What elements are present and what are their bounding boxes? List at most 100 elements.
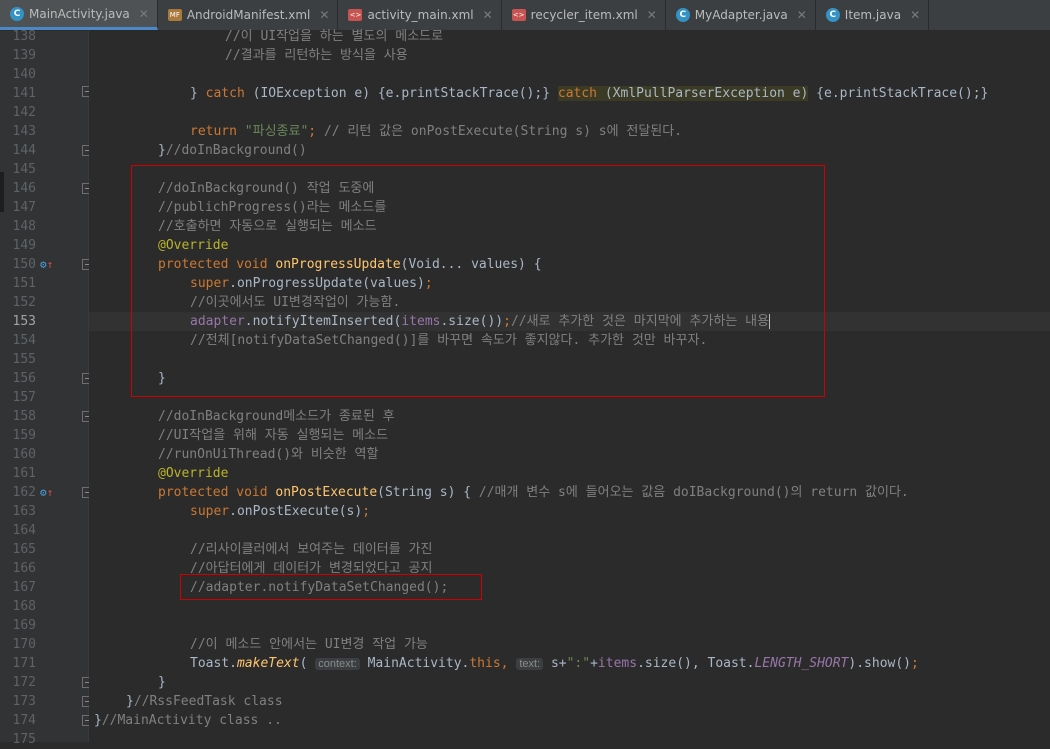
code-line-159: //UI작업을 위해 자동 실행되는 메소드 [158,428,389,443]
code-token: (XmlPullParserException e) [597,86,809,101]
code-token: onProgressUpdate [275,257,401,272]
line-number: 142 [12,105,36,120]
close-icon[interactable]: ✕ [910,8,920,22]
line-number: 141 [12,86,36,101]
code-line-171: Toast.makeText( context: MainActivity.th… [190,654,919,673]
code-line-172: } [158,675,166,690]
code-token: items [597,656,638,671]
code-token: items [401,314,441,329]
line-number: 149 [12,238,36,253]
override-method-icon[interactable]: ⚙↑ [40,255,53,274]
code-token: adapter [190,314,245,329]
line-number: 163 [12,504,36,519]
code-token: onPostExecute [275,485,378,500]
structure-side-bar [0,172,4,212]
tab-mainactivity-java[interactable]: C MainActivity.java ✕ [0,0,158,30]
tab-label: AndroidManifest.xml [186,8,311,22]
code-token: //doInBackground() [165,143,307,158]
line-number: 160 [12,447,36,462]
code-token: , [500,656,517,671]
code-line-166: //아답터에게 데이터가 변경되었다고 공지 [190,561,433,576]
code-token: catch [205,86,245,101]
text-caret [769,314,771,329]
tab-recycler-item-xml[interactable]: <> recycler_item.xml ✕ [502,0,666,30]
line-number: 168 [12,599,36,614]
code-line-146: //doInBackground() 작업 도중에 [158,181,375,196]
code-token: + [590,656,598,671]
tab-item-java[interactable]: C Item.java ✕ [816,0,930,30]
line-number: 175 [12,732,36,747]
line-number-gutter[interactable]: 138 139 140 141 142 143 144 145 146 147 … [0,29,93,747]
code-line-144: }//doInBackground() [158,141,307,160]
code-line-154: //전체[notifyDataSetChanged()]를 바꾸면 속도가 좋지… [190,333,708,348]
override-method-icon[interactable]: ⚙↑ [40,483,53,502]
xml-icon: <> [348,9,363,21]
code-token: //MainActivity class .. [101,713,282,728]
manifest-icon: MF [167,9,182,21]
line-number: 169 [12,618,36,633]
code-token: } [190,86,206,101]
code-line-161: @Override [158,466,229,481]
xml-icon: <> [511,9,526,21]
code-token: .onPostExecute(s) [229,504,363,519]
code-line-139: //결과를 리턴하는 방식을 사용 [225,48,408,63]
code-line-153: adapter.notifyItemInserted(items.size())… [190,312,771,331]
code-line-141: } catch (IOException e) {e.printStackTra… [190,84,988,103]
code-line-167: //adapter.notifyDataSetChanged(); [190,580,449,595]
code-token: ).show() [848,656,912,671]
close-icon[interactable]: ✕ [483,8,493,22]
line-number: 167 [12,580,36,595]
line-number: 154 [12,333,36,348]
code-line-143: return "파싱종료"; // 리턴 값은 onPostExecute(St… [190,122,682,141]
class-icon: C [10,6,24,21]
close-icon[interactable]: ✕ [647,8,657,22]
code-token: ; [911,656,919,671]
line-number: 159 [12,428,36,443]
line-number: 144 [12,143,36,158]
line-number: 157 [12,390,36,405]
code-token: ; [424,276,433,291]
tab-activity-main-xml[interactable]: <> activity_main.xml ✕ [338,0,502,30]
code-line-173: }//RssFeedTask class [126,692,283,711]
line-number: 174 [12,713,36,728]
tab-myadapter-java[interactable]: C MyAdapter.java ✕ [666,0,816,30]
code-line-165: //리사이클러에서 보여주는 데이터를 가진 [190,542,433,557]
line-number: 146 [12,181,36,196]
code-token: //매개 변수 s에 들어오는 값음 doIBackground()의 retu… [478,485,909,500]
line-number: 145 [12,162,36,177]
code-token: protected void [158,485,276,500]
code-token: makeText [236,656,300,671]
code-token: "파싱종료" [244,124,309,139]
code-line-152: //이곳에서도 UI변경작업이 가능함. [190,295,401,310]
close-icon[interactable]: ✕ [319,8,329,22]
code-line-156: } [158,371,166,386]
code-token: Toast. [190,656,237,671]
code-token: } [158,143,166,158]
code-token: ; [503,314,511,329]
code-token: ; [362,504,371,519]
line-number: 152 [12,295,36,310]
line-number-current: 153 [12,314,36,329]
close-icon[interactable]: ✕ [797,8,807,22]
tab-androidmanifest-xml[interactable]: MF AndroidManifest.xml ✕ [158,0,339,30]
close-icon[interactable]: ✕ [139,7,149,21]
code-token: .notifyItemInserted( [244,314,402,329]
code-line-163: super.onPostExecute(s); [190,502,370,521]
tab-label: activity_main.xml [367,8,474,22]
line-number: 172 [12,675,36,690]
line-number: 158 [12,409,36,424]
code-token: {e.printStackTrace();} [808,86,989,101]
code-token: ( [299,656,316,671]
line-number: 139 [12,48,36,63]
line-number: 171 [12,656,36,671]
code-token: protected void [158,257,276,272]
code-token: .size(), Toast. [637,656,755,671]
code-line-151: super.onProgressUpdate(values); [190,274,433,293]
editor-tab-bar: C MainActivity.java ✕ MF AndroidManifest… [0,0,1050,31]
code-editor[interactable]: //이 UI작업을 하는 별도의 메소드로 //결과를 리턴하는 방식을 사용 … [89,29,1050,742]
code-token: MainActivity. [359,656,470,671]
code-token: ":" [566,656,591,671]
code-token: // 리턴 값은 onPostExecute(String s) s에 전달된다… [316,124,683,139]
code-line-158: //doInBackground메소드가 종료된 후 [158,409,395,424]
code-line-150: protected void onProgressUpdate(Void... … [158,255,542,274]
